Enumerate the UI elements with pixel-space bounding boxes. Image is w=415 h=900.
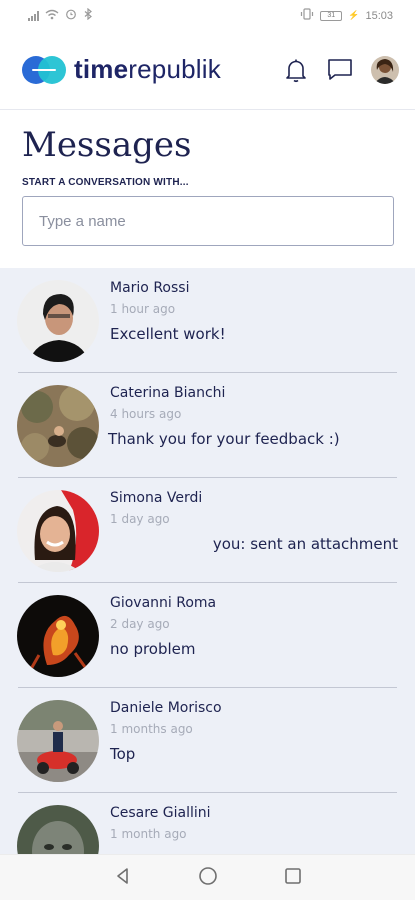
contact-name: Simona Verdi <box>110 490 203 506</box>
message-time: 2 day ago <box>110 617 170 631</box>
wifi-icon <box>45 9 59 23</box>
home-icon[interactable] <box>198 866 218 890</box>
conversation-row[interactable]: Giovanni Roma 2 day ago no problem <box>0 583 415 688</box>
back-icon[interactable] <box>114 867 132 889</box>
logo-text-bold: time <box>74 54 129 84</box>
contact-name: Daniele Morisco <box>110 700 222 716</box>
last-message: Top <box>110 745 136 763</box>
conversation-row[interactable]: Simona Verdi 1 day ago you: sent an atta… <box>0 478 415 583</box>
chat-icon[interactable] <box>327 57 353 83</box>
messages-header: Messages START A CONVERSATION WITH... <box>0 111 415 268</box>
conversation-row[interactable]: Caterina Bianchi 4 hours ago Thank you f… <box>0 373 415 478</box>
header-actions <box>283 56 399 84</box>
message-time: 1 months ago <box>110 722 193 736</box>
last-message: Excellent work! <box>110 325 226 343</box>
start-conversation-label: START A CONVERSATION WITH... <box>22 177 189 188</box>
logo-text: timerepublik <box>74 54 221 85</box>
logo-text-light: republik <box>128 54 221 84</box>
timerepublik-logo[interactable]: timerepublik <box>22 54 221 85</box>
system-nav-bar <box>0 854 415 900</box>
status-bar: 31 ⚡ 15:03 <box>0 0 415 30</box>
logo-mark-icon <box>22 55 68 85</box>
profile-avatar[interactable] <box>371 56 399 84</box>
avatar <box>17 595 99 677</box>
contact-name: Cesare Giallini <box>110 805 211 821</box>
message-time: 4 hours ago <box>110 407 182 421</box>
avatar <box>17 700 99 782</box>
recipient-search-input[interactable] <box>22 196 394 246</box>
conversation-row[interactable]: Mario Rossi 1 hour ago Excellent work! <box>0 268 415 373</box>
recents-icon[interactable] <box>284 867 302 889</box>
avatar <box>17 805 99 854</box>
clock: 15:03 <box>365 9 393 22</box>
charging-icon: ⚡ <box>348 10 360 20</box>
contact-name: Caterina Bianchi <box>110 385 226 401</box>
app-header: timerepublik <box>0 30 415 110</box>
contact-name: Giovanni Roma <box>110 595 217 611</box>
bell-icon[interactable] <box>283 57 309 83</box>
status-left <box>28 7 93 23</box>
avatar <box>17 385 99 467</box>
vibrate-icon <box>300 8 314 23</box>
avatar <box>17 490 99 572</box>
alarm-icon <box>65 8 77 23</box>
status-right: 31 ⚡ 15:03 <box>300 8 393 23</box>
conversation-row[interactable]: Daniele Morisco 1 months ago Top <box>0 688 415 793</box>
message-time: 1 day ago <box>110 512 170 526</box>
conversation-list: Mario Rossi 1 hour ago Excellent work! C… <box>0 268 415 854</box>
signal-icon <box>28 10 39 21</box>
battery-icon: 31 <box>320 10 343 21</box>
contact-name: Mario Rossi <box>110 280 190 296</box>
last-message: no problem <box>110 640 196 658</box>
conversation-row[interactable]: Cesare Giallini 1 month ago <box>0 793 415 854</box>
last-message: you: sent an attachment <box>212 535 398 553</box>
page-title: Messages <box>22 125 192 165</box>
message-time: 1 month ago <box>110 827 187 841</box>
message-time: 1 hour ago <box>110 302 176 316</box>
bluetooth-icon <box>83 7 93 23</box>
avatar <box>17 280 99 362</box>
last-message: Thank you for your feedback :) <box>108 430 340 448</box>
